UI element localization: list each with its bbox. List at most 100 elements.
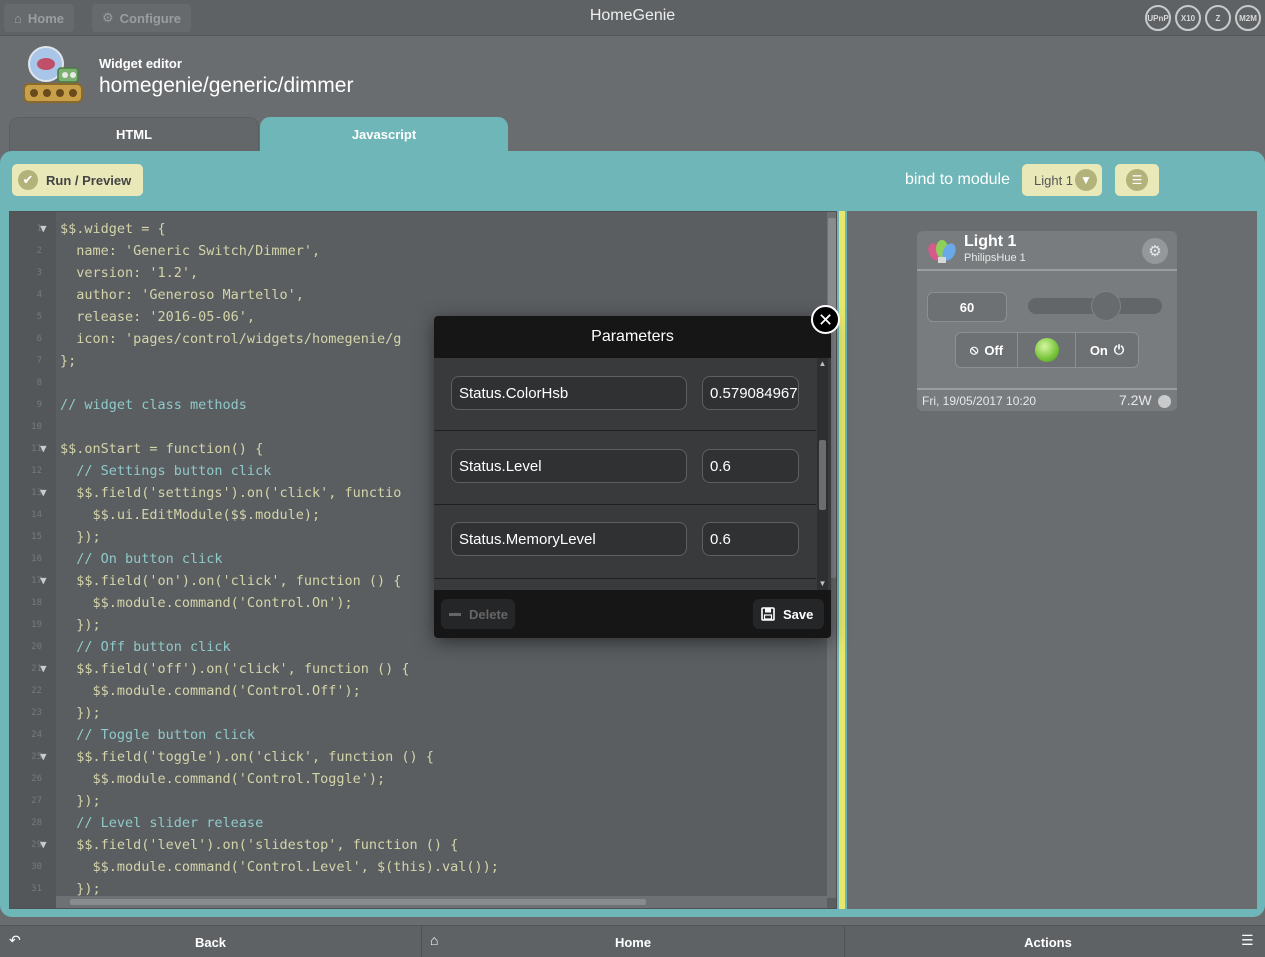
check-icon: ✔ xyxy=(18,170,38,190)
code-text: $$.field('settings').on('click', functio xyxy=(60,485,402,501)
code-text: // Settings button click xyxy=(60,463,272,479)
code-line[interactable]: 22 $$.module.command('Control.Off'); xyxy=(10,680,830,702)
code-text: // Off button click xyxy=(60,639,231,655)
line-number: 24 xyxy=(31,730,42,740)
level-slider-handle[interactable] xyxy=(1091,291,1122,321)
line-number: 17 xyxy=(31,576,42,586)
parameter-name-field[interactable]: Status.MemoryLevel xyxy=(451,522,687,556)
widget-editor-icon xyxy=(23,46,83,103)
code-text: $$.module.command('Control.Toggle'); xyxy=(60,771,386,787)
module-select-value: Light 1 xyxy=(1034,172,1074,188)
module-select[interactable]: Light 1 ▼ xyxy=(1022,164,1102,196)
chevron-down-icon: ▼ xyxy=(1075,169,1097,191)
code-line[interactable]: 3 version: '1.2', xyxy=(10,262,830,284)
parameter-row: Status.MemoryLevel 0.6 xyxy=(434,506,816,579)
code-line[interactable]: 25 ▼ $$.field('toggle').on('click', funct… xyxy=(10,746,830,768)
toggle-button[interactable] xyxy=(1018,333,1076,367)
line-number: 30 xyxy=(31,862,42,872)
fold-arrow-icon[interactable]: ▼ xyxy=(40,658,47,680)
parameter-value-field[interactable]: 0.579084967 xyxy=(702,376,799,410)
code-line[interactable]: 26 $$.module.command('Control.Toggle'); xyxy=(10,768,830,790)
delete-button[interactable]: Delete xyxy=(441,599,515,629)
code-line[interactable]: 4 author: 'Generoso Martello', xyxy=(10,284,830,306)
code-line[interactable]: 24 // Toggle button click xyxy=(10,724,830,746)
code-text: $$.field('on').on('click', function () { xyxy=(60,573,402,589)
panel-splitter[interactable] xyxy=(839,211,845,909)
light-bulbs-icon xyxy=(928,240,956,263)
delete-label: Delete xyxy=(469,606,509,622)
code-line[interactable]: 30 $$.module.command('Control.Level', $(… xyxy=(10,856,830,878)
dialog-scroll-thumb[interactable] xyxy=(819,440,826,510)
dialog-scrollbar[interactable]: ▲ ▼ xyxy=(817,358,828,590)
widget-footer: Fri, 19/05/2017 10:20 7.2W xyxy=(917,388,1177,411)
bind-module-label: bind to module xyxy=(905,171,1010,188)
dialog-title: Parameters xyxy=(591,328,674,345)
parameter-value-field[interactable]: 0.6 xyxy=(702,449,799,483)
tab-javascript[interactable]: Javascript xyxy=(260,117,508,151)
code-line[interactable]: 29 ▼ $$.field('level').on('slidestop', fu… xyxy=(10,834,830,856)
on-button[interactable]: On ⏻ xyxy=(1076,333,1138,367)
fold-arrow-icon[interactable]: ▼ xyxy=(40,834,47,856)
code-line[interactable]: 27 }); xyxy=(10,790,830,812)
line-number: 22 xyxy=(31,686,42,696)
code-text: }); xyxy=(60,793,101,809)
code-line[interactable]: 2 name: 'Generic Switch/Dimmer', xyxy=(10,240,830,262)
parameter-row: Status.Level 0.6 xyxy=(434,432,816,505)
scroll-up-icon[interactable]: ▲ xyxy=(817,358,828,370)
parameter-row: Status.ColorHsb 0.579084967 xyxy=(434,358,816,431)
parameter-name-field[interactable]: Status.Level xyxy=(451,449,687,483)
fold-arrow-icon[interactable]: ▼ xyxy=(40,746,47,768)
dialog-footer: Delete Save xyxy=(434,590,831,638)
line-number: 4 xyxy=(36,290,42,300)
code-line[interactable]: 28 // Level slider release xyxy=(10,812,830,834)
line-number: 6 xyxy=(36,334,42,344)
line-number: 21 xyxy=(31,664,42,674)
fold-arrow-icon[interactable]: ▼ xyxy=(40,482,47,504)
widget-title: Light 1 xyxy=(964,233,1017,250)
top-bar: ⌂ Home ⚙ Configure HomeGenie UPnP X10 Z … xyxy=(0,0,1265,36)
m2m-icon: M2M xyxy=(1235,5,1261,31)
line-number: 2 xyxy=(36,246,42,256)
line-number: 31 xyxy=(31,884,42,894)
code-line[interactable]: 21 ▼ $$.field('off').on('click', function… xyxy=(10,658,830,680)
line-number: 19 xyxy=(31,620,42,630)
code-line[interactable]: 1 ▼ $$.widget = { xyxy=(10,218,830,240)
editor-horizontal-scroll-thumb[interactable] xyxy=(70,899,646,905)
parameters-dialog: Parameters Status.ColorHsb 0.579084967 S… xyxy=(434,316,831,638)
fold-arrow-icon[interactable]: ▼ xyxy=(40,438,47,460)
home-button[interactable]: Home xyxy=(422,926,844,957)
line-number: 27 xyxy=(31,796,42,806)
editor-horizontal-scrollbar[interactable] xyxy=(56,896,827,908)
line-number: 14 xyxy=(31,510,42,520)
actions-button[interactable]: Actions xyxy=(845,926,1251,957)
close-dialog-icon[interactable]: ✕ xyxy=(811,305,840,334)
run-preview-button[interactable]: ✔ Run / Preview xyxy=(12,164,144,196)
off-button[interactable]: ⦸ Off xyxy=(956,333,1018,367)
code-line[interactable]: 20 // Off button click xyxy=(10,636,830,658)
fold-arrow-icon[interactable]: ▼ xyxy=(40,218,47,240)
widget-header: Light 1 PhilipsHue 1 ⚙ xyxy=(917,231,1177,271)
settings-gear-icon[interactable]: ⚙ xyxy=(1142,238,1168,264)
bottom-nav-bar: ↶ Back ⌂ Home Actions ☰ xyxy=(0,925,1265,957)
tab-html[interactable]: HTML xyxy=(9,117,259,151)
app-title: HomeGenie xyxy=(589,7,676,24)
options-menu-button[interactable]: ☰ xyxy=(1115,164,1159,196)
save-button[interactable]: Save xyxy=(753,599,824,629)
back-button[interactable]: Back xyxy=(0,926,421,957)
code-text: $$.field('toggle').on('click', function … xyxy=(60,749,434,765)
line-number: 13 xyxy=(31,488,42,498)
menu-icon: ☰ xyxy=(1126,169,1148,191)
fold-arrow-icon[interactable]: ▼ xyxy=(40,570,47,592)
line-number: 15 xyxy=(31,532,42,542)
line-number: 8 xyxy=(36,378,42,388)
code-text: }); xyxy=(60,529,101,545)
scroll-down-icon[interactable]: ▼ xyxy=(817,578,828,590)
parameter-name-field[interactable]: Status.ColorHsb xyxy=(451,376,687,410)
line-number: 23 xyxy=(31,708,42,718)
line-number: 1 xyxy=(36,224,42,234)
block-icon: ⦸ xyxy=(969,342,979,357)
parameter-value-field[interactable]: 0.6 xyxy=(702,522,799,556)
code-line[interactable]: 23 }); xyxy=(10,702,830,724)
level-value: 60 xyxy=(927,292,1007,322)
line-number: 12 xyxy=(31,466,42,476)
